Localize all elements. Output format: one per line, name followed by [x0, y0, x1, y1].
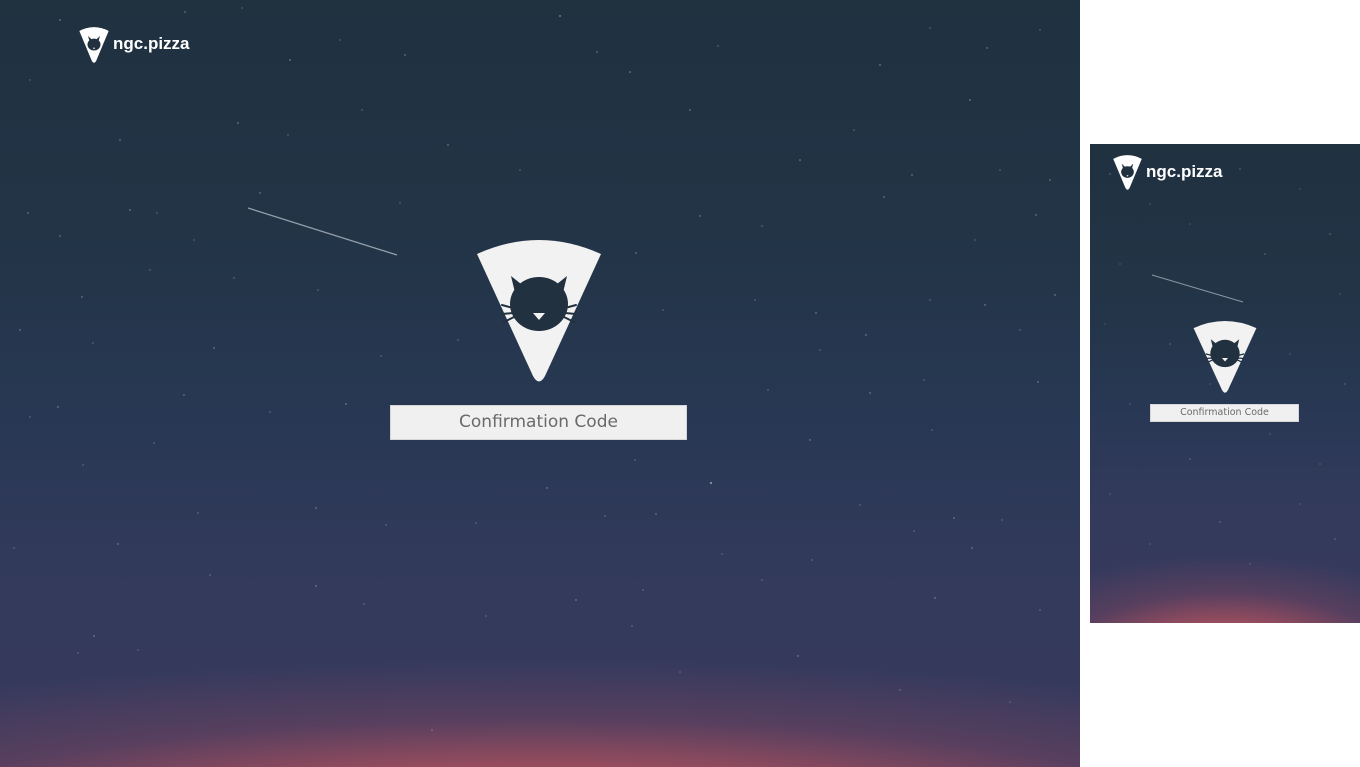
desktop-view: ngc.pizza Confirmation Code — [0, 0, 1080, 767]
pizza-slice-cat-icon — [79, 27, 109, 63]
shooting-star — [247, 207, 398, 256]
brand-link[interactable]: ngc.pizza — [1111, 153, 1223, 190]
brand-link[interactable]: ngc.pizza — [77, 25, 190, 63]
confirmation-code-input[interactable]: Confirmation Code — [390, 405, 687, 440]
brand-name: ngc.pizza — [113, 34, 190, 53]
shooting-star — [1151, 274, 1244, 303]
pizza-slice-cat-icon — [1193, 321, 1257, 393]
confirmation-code-input[interactable]: Confirmation Code — [1150, 404, 1299, 422]
pizza-slice-cat-icon — [477, 240, 601, 382]
pizza-slice-cat-icon — [1113, 155, 1142, 190]
mobile-preview: ngc.pizza Confirmation Code — [1090, 144, 1360, 623]
brand-name: ngc.pizza — [1146, 161, 1223, 181]
